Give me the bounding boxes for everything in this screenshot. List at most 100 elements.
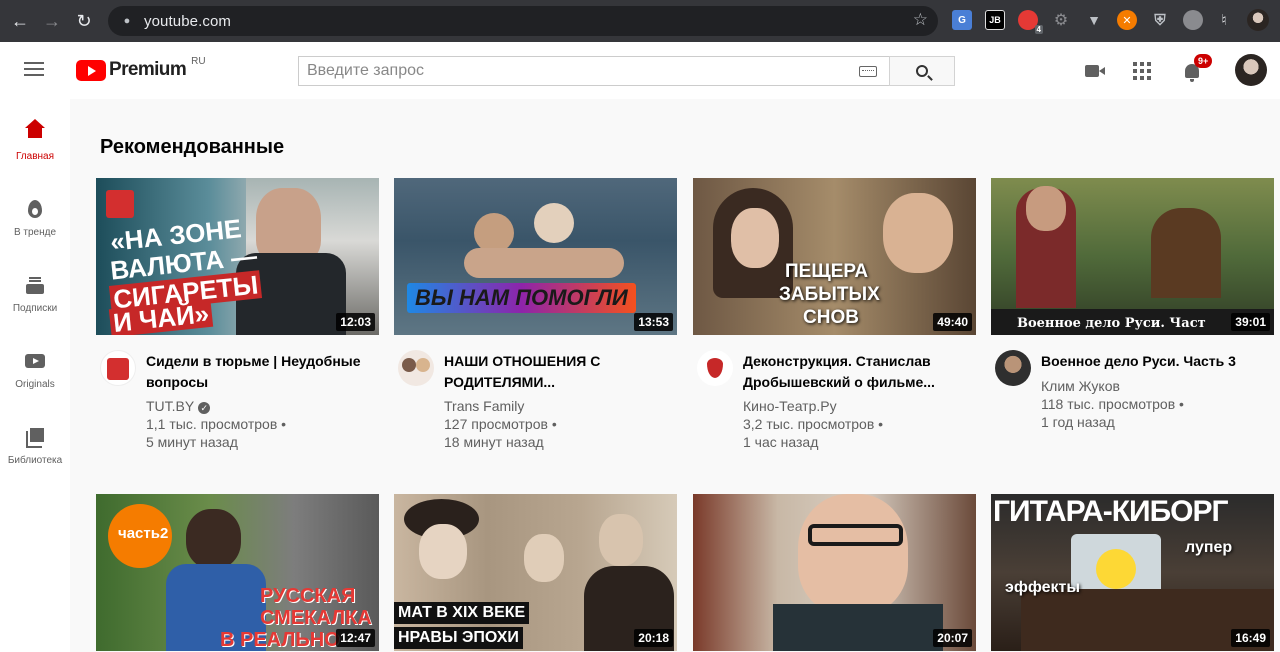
sidebar-item-originals[interactable]: Originals [0,327,70,401]
gear-icon[interactable]: ⚙ [1051,10,1071,30]
channel-avatar[interactable] [398,350,434,386]
thumbnail-caption: НРАВЫ ЭПОХИ [394,627,523,649]
sidebar-item-label: Библиотека [7,455,63,466]
video-title[interactable]: Деконструкция. Станислав Дробышевский о … [743,351,973,393]
sidebar-item-label: Главная [15,151,55,162]
address-url[interactable]: youtube.com [144,13,231,30]
extension-badge: 4 [1034,25,1043,34]
browser-toolbar: ← → ↻ ● youtube.com ☆ G JB 4 ⚙ ▼ ✕ ⛨ ♮ [0,0,1280,42]
view-count: 118 тыс. просмотров • [1041,396,1184,412]
video-duration: 20:18 [634,629,673,647]
video-thumbnail[interactable]: ВЫ НАМ ПОМОГЛИ 13:53 [394,178,677,335]
thumbnail-caption: лупер [1185,539,1233,556]
video-title[interactable]: НАШИ ОТНОШЕНИЯ С РОДИТЕЛЯМИ... [444,351,674,393]
upload-age: 1 час назад [743,434,819,450]
address-bar[interactable]: ● youtube.com ☆ [108,6,938,36]
channel-name-row[interactable]: TUT.BY ✓ [146,397,376,415]
thumbnail-caption: СНОВ [803,307,859,328]
upload-age: 1 год назад [1041,414,1115,430]
video-thumbnail[interactable]: «НА ЗОНЕ ВАЛЮТА — СИГАРЕТЫ И ЧАЙ» 12:03 [96,178,379,335]
video-duration: 39:01 [1231,313,1270,331]
back-icon[interactable]: ← [6,7,34,35]
channel-name[interactable]: Клим Жуков [1041,377,1271,395]
forward-icon[interactable]: → [38,7,66,35]
masthead: Premium RU [0,42,1280,99]
video-duration: 49:40 [933,313,972,331]
video-title[interactable]: Военное дело Руси. Часть 3 [1041,351,1271,372]
video-thumbnail[interactable]: 20:07 [693,494,976,651]
video-title-line: РОДИТЕЛЯМИ... [444,374,556,390]
apps-grid-icon[interactable] [1130,59,1154,83]
youtube-play-icon [76,59,106,81]
sidebar-item-label: Originals [15,379,55,390]
shield-icon[interactable]: ⛨ [1150,10,1170,30]
sidebar-item-label: В тренде [13,227,57,238]
channel-name[interactable]: Trans Family [444,397,674,415]
lock-icon: ● [123,15,131,27]
video-thumbnail[interactable]: ПЕЩЕРА ЗАБЫТЫХ СНОВ 49:40 [693,178,976,335]
search-box [298,56,890,86]
upload-age: 5 минут назад [146,434,238,450]
globe-icon[interactable] [1183,10,1203,30]
bookmark-star-icon[interactable]: ☆ [913,10,928,30]
create-video-icon[interactable] [1080,59,1105,83]
thumbnail-caption: СМЕКАЛКА [260,607,372,629]
region-code: RU [191,55,206,67]
video-duration: 12:03 [336,313,375,331]
v-icon[interactable]: ▼ [1084,10,1104,30]
video-title-line: НАШИ ОТНОШЕНИЯ С [444,353,601,369]
thumbnail-caption: ПЕЩЕРА [785,261,869,282]
profile-icon[interactable] [1247,9,1269,31]
search-icon [916,65,928,77]
thumbnail-caption: эффекты [1005,579,1081,596]
thumbnail-caption: ГИТАРА-КИБОРГ [993,495,1228,528]
thumbnail-caption: В РЕАЛЬНО [220,629,340,651]
video-thumbnail[interactable]: часть2 РУССКАЯ СМЕКАЛКА В РЕАЛЬНО 12:47 [96,494,379,651]
thumbnail-caption: РУССКАЯ [260,585,356,607]
sidebar-item-subscriptions[interactable]: Подписки [0,251,70,325]
sidebar-item-trending[interactable]: В тренде [0,175,70,249]
channel-avatar[interactable] [697,350,733,386]
thumbnail-caption: ЗАБЫТЫХ [779,284,880,305]
account-avatar[interactable] [1235,54,1267,86]
thumbnail-caption: МАТ В XIX ВЕКЕ [394,602,530,624]
sidebar-item-home[interactable]: Главная [0,99,70,173]
translate-icon[interactable]: G [952,10,972,30]
search-button[interactable] [889,56,955,86]
video-duration: 12:47 [336,629,375,647]
thumbnail-caption: часть2 [118,525,169,542]
video-title[interactable]: Сидели в тюрьме | Неудобные вопросы [146,351,376,393]
pdf-icon[interactable]: 4 [1018,10,1043,34]
reload-icon[interactable]: ↻ [70,7,98,35]
video-duration: 16:49 [1231,629,1270,647]
sidebar-item-library[interactable]: Библиотека [0,403,70,477]
video-title-line: Дробышевский о фильме... [743,374,935,390]
sidebar-item-label: Подписки [12,303,58,314]
puzzle-icon[interactable]: ♮ [1214,10,1234,30]
search-input[interactable] [299,62,839,80]
video-thumbnail[interactable]: МАТ В XIX ВЕКЕ НРАВЫ ЭПОХИ 20:18 [394,494,677,651]
video-thumbnail[interactable]: Военное дело Руси. Част 39:01 [991,178,1274,335]
view-count: 127 просмотров • [444,416,557,432]
notifications-badge: 9+ [1194,54,1213,68]
video-thumbnail[interactable]: ГИТАРА-КИБОРГ лупер эффекты 16:49 [991,494,1274,651]
channel-name[interactable]: Кино-Театр.Ру [743,397,973,415]
youtube-logo[interactable]: Premium RU [76,55,206,81]
video-title-line: вопросы [146,374,209,390]
channel-avatar[interactable] [100,350,136,386]
upload-age: 18 минут назад [444,434,544,450]
video-duration: 20:07 [933,629,972,647]
channel-avatar[interactable] [995,350,1031,386]
logo-text: Premium [109,59,187,80]
cross-icon[interactable]: ✕ [1117,10,1137,30]
video-title-line: Сидели в тюрьме | Неудобные [146,353,361,369]
home-icon [25,119,45,141]
jetbrains-icon[interactable]: JB [985,10,1005,30]
menu-icon[interactable] [24,62,44,78]
channel-name[interactable]: TUT.BY [146,398,194,414]
view-count: 3,2 тыс. просмотров • [743,416,884,432]
keyboard-icon[interactable] [859,66,877,77]
subscriptions-icon [26,277,44,294]
verified-check-icon: ✓ [198,402,211,414]
video-title-line: Деконструкция. Станислав [743,353,931,369]
